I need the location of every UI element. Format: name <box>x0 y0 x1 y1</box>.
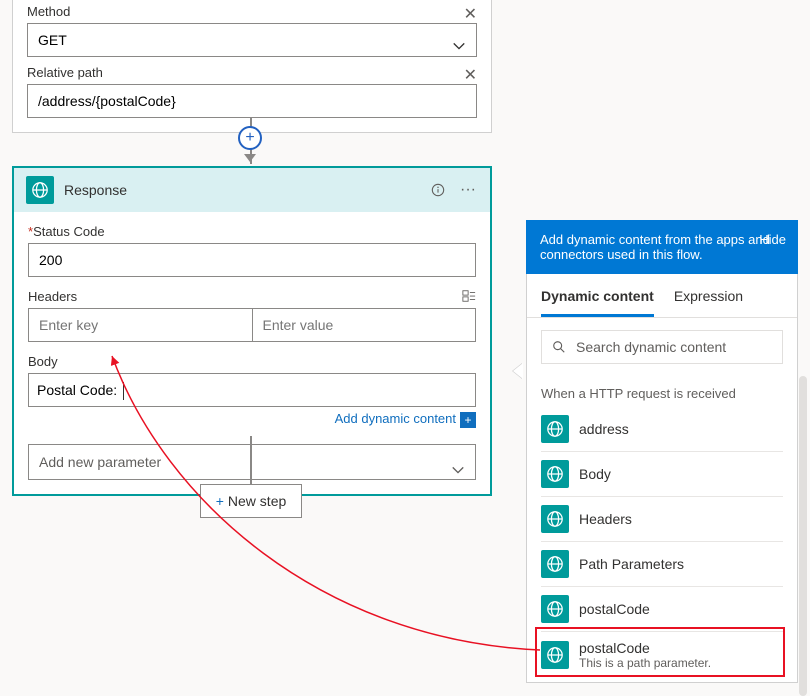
flow-canvas: Method ✕ GET Relative path ✕ + Response … <box>0 0 500 690</box>
chevron-down-icon <box>452 32 466 64</box>
token-postalcode[interactable]: postalCode <box>541 587 783 632</box>
token-postalcode-param[interactable]: postalCode This is a path parameter. <box>541 632 783 678</box>
add-parameter-label: Add new parameter <box>39 454 161 470</box>
response-header[interactable]: Response ··· <box>14 168 490 212</box>
scrollbar[interactable] <box>799 376 807 696</box>
globe-icon <box>541 460 569 488</box>
method-value: GET <box>38 32 67 48</box>
headers-label: Headers <box>28 289 77 304</box>
dc-search-input[interactable]: Search dynamic content <box>541 330 783 364</box>
header-key-input[interactable] <box>28 308 252 342</box>
dc-search-placeholder: Search dynamic content <box>576 339 726 355</box>
dc-group-header: When a HTTP request is received <box>541 376 783 407</box>
add-dynamic-content-link[interactable]: Add dynamic content <box>335 411 456 426</box>
tab-expression[interactable]: Expression <box>674 274 743 317</box>
add-action-button[interactable]: + <box>238 126 262 150</box>
body-value: Postal Code: <box>37 382 121 398</box>
add-dc-plus-icon[interactable]: + <box>460 412 476 428</box>
relative-clear-icon[interactable]: ✕ <box>464 65 477 85</box>
token-headers[interactable]: Headers <box>541 497 783 542</box>
globe-icon <box>541 641 569 669</box>
hide-button[interactable]: Hide <box>759 232 786 247</box>
body-input[interactable]: Postal Code: <box>28 373 476 407</box>
panel-caret <box>513 363 523 379</box>
token-body[interactable]: Body <box>541 452 783 497</box>
dc-banner-text: Add dynamic content from the apps and co… <box>540 232 770 262</box>
switch-mode-icon[interactable] <box>462 289 476 308</box>
method-label: Method <box>27 4 477 19</box>
method-select[interactable]: GET <box>27 23 477 57</box>
text-cursor <box>123 382 124 400</box>
arrow-down-icon <box>244 154 256 162</box>
tab-dynamic-content[interactable]: Dynamic content <box>541 274 654 317</box>
relative-path-label: Relative path <box>27 65 477 80</box>
add-parameter-select[interactable]: Add new parameter <box>28 444 476 480</box>
relative-path-input[interactable] <box>27 84 477 118</box>
dc-banner: Add dynamic content from the apps and co… <box>526 220 798 274</box>
http-request-card: Method ✕ GET Relative path ✕ <box>12 0 492 133</box>
new-step-button[interactable]: +New step <box>200 484 302 518</box>
body-label: Body <box>28 354 476 369</box>
more-icon[interactable]: ··· <box>458 180 478 200</box>
dynamic-content-panel: Add dynamic content from the apps and co… <box>526 220 798 683</box>
response-card: Response ··· *Status Code Headers Body P… <box>12 166 492 496</box>
globe-icon <box>541 505 569 533</box>
globe-icon <box>26 176 54 204</box>
globe-icon <box>541 415 569 443</box>
globe-icon <box>541 550 569 578</box>
dc-tabs: Dynamic content Expression <box>527 274 797 318</box>
info-icon[interactable] <box>428 180 448 200</box>
header-value-input[interactable] <box>252 308 477 342</box>
token-address[interactable]: address <box>541 407 783 452</box>
status-code-input[interactable] <box>28 243 476 277</box>
chevron-down-icon <box>451 455 465 489</box>
dc-token-list: When a HTTP request is received address … <box>527 376 797 682</box>
token-path-parameters[interactable]: Path Parameters <box>541 542 783 587</box>
response-title: Response <box>64 182 418 198</box>
connector-line <box>250 436 252 484</box>
globe-icon <box>541 595 569 623</box>
method-clear-icon[interactable]: ✕ <box>464 4 477 24</box>
status-code-label: *Status Code <box>28 224 476 239</box>
search-icon <box>552 340 566 354</box>
